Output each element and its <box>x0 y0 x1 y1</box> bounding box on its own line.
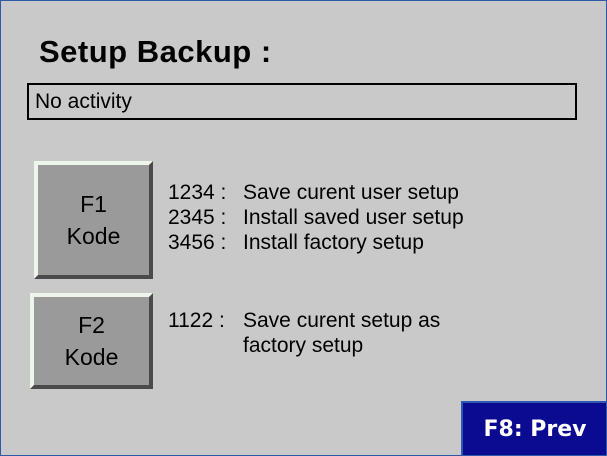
option-text: Install factory setup <box>243 231 424 254</box>
setup-backup-screen: Setup Backup : No activity F1 Kode 1234 … <box>0 0 607 456</box>
page-title: Setup Backup : <box>39 34 272 69</box>
option-row-1234: 1234 : Save curent user setup <box>168 180 464 205</box>
f2-options-list: 1122 : Save curent setup as factory setu… <box>168 308 440 358</box>
f2-key-label: F2 <box>78 312 105 338</box>
option-code: 2345 : <box>168 206 227 229</box>
option-text: Save curent setup as <box>243 309 441 332</box>
f2-kode-label: Kode <box>64 344 119 370</box>
f1-key-label: F1 <box>80 191 107 217</box>
option-row-3456: 3456 : Install factory setup <box>168 230 464 255</box>
f2-kode-button[interactable]: F2 Kode <box>30 293 153 389</box>
f1-options-list: 1234 : Save curent user setup 2345 : Ins… <box>168 180 464 255</box>
option-text: Install saved user setup <box>243 206 464 229</box>
option-row-1122: 1122 : Save curent setup as <box>168 308 440 333</box>
option-text: Save curent user setup <box>243 181 459 204</box>
prev-button[interactable]: F8: Prev <box>461 401 606 455</box>
status-box: No activity <box>27 83 577 120</box>
option-row-2345: 2345 : Install saved user setup <box>168 205 464 230</box>
option-code: 3456 : <box>168 231 227 254</box>
option-code: 1122 : <box>168 309 225 332</box>
option-code: 1234 : <box>168 181 227 204</box>
status-text: No activity <box>35 90 132 113</box>
f1-kode-label: Kode <box>66 223 121 249</box>
f1-kode-button[interactable]: F1 Kode <box>34 161 153 279</box>
option-text-continued: factory setup <box>243 334 364 357</box>
